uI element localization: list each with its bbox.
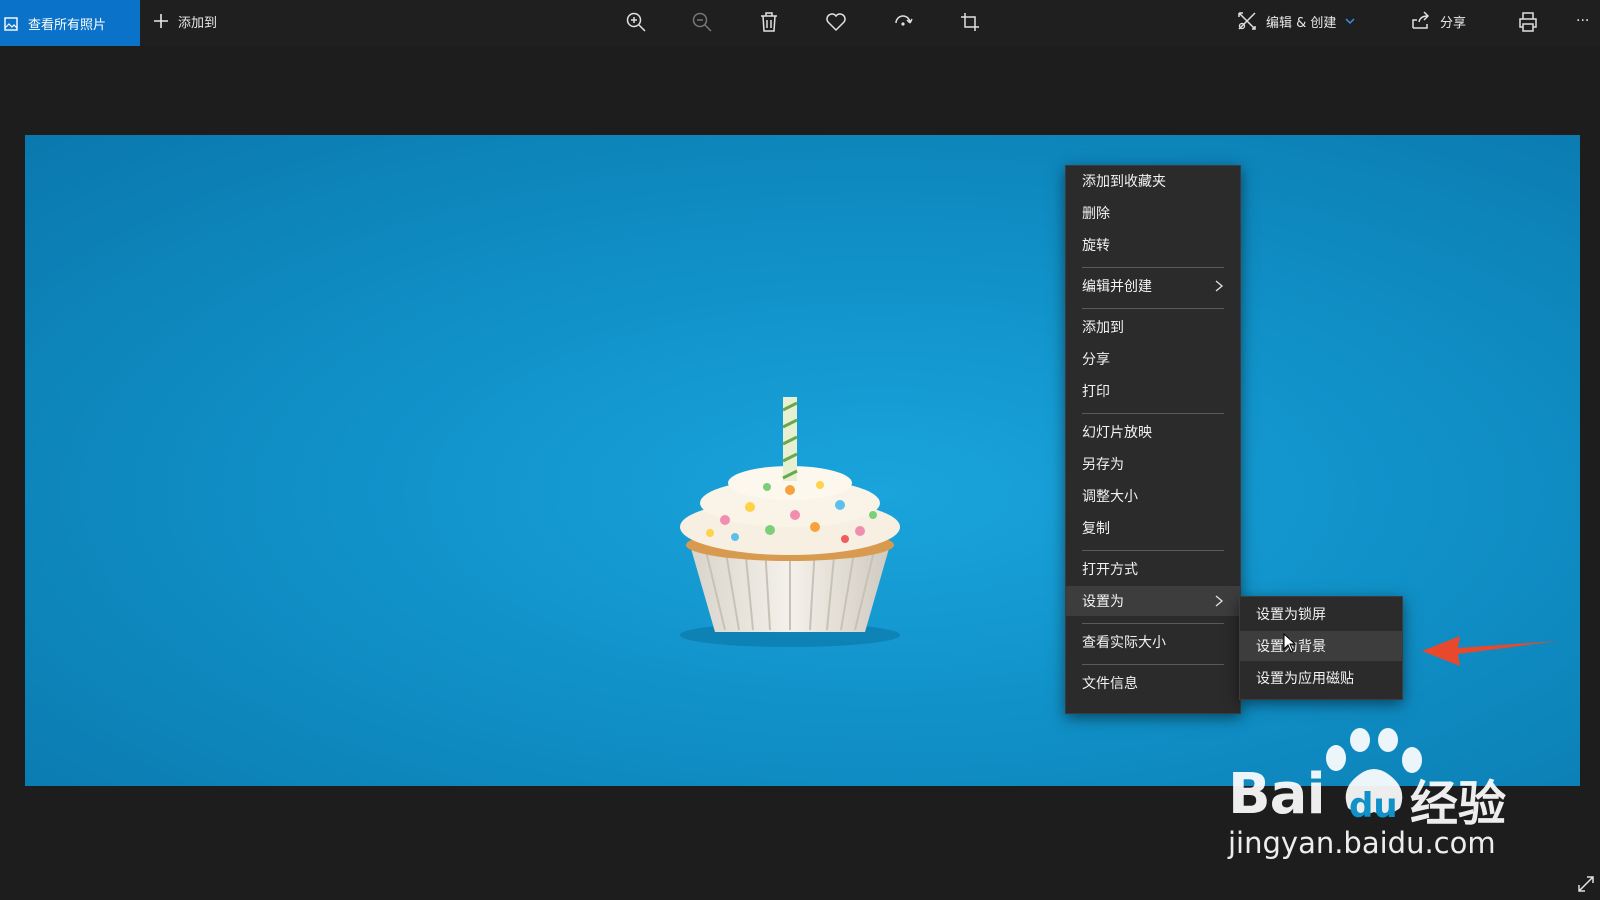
menu-item-add-to-favorites[interactable]: 添加到收藏夹 [1066,166,1240,196]
menu-separator [1082,664,1224,665]
menu-item-rotate[interactable]: 旋转 [1066,230,1240,260]
menu-item-label: 设置为 [1082,594,1124,610]
mouse-cursor-icon [1283,633,1297,653]
menu-item-label: 文件信息 [1082,676,1138,692]
submenu-item-label: 设置为锁屏 [1256,607,1326,623]
menu-item-label: 旋转 [1082,238,1110,254]
menu-item-share[interactable]: 分享 [1066,344,1240,374]
add-to-button[interactable]: 添加到 [152,0,217,42]
share-label: 分享 [1440,15,1467,31]
menu-item-copy[interactable]: 复制 [1066,513,1240,543]
view-all-photos-button[interactable]: 查看所有照片 [0,0,140,46]
fullscreen-icon[interactable] [1576,874,1596,894]
set-as-submenu: 设置为锁屏 设置为背景 设置为应用磁贴 [1239,596,1403,700]
edit-create-button[interactable]: 编辑 & 创建 [1236,0,1356,42]
menu-item-set-as[interactable]: 设置为 [1066,586,1240,616]
menu-item-view-actual-size[interactable]: 查看实际大小 [1066,627,1240,657]
menu-item-label: 打开方式 [1082,562,1138,578]
delete-icon[interactable] [757,10,781,34]
menu-item-label: 复制 [1082,521,1110,537]
view-all-photos-label: 查看所有照片 [28,17,107,33]
menu-item-label: 查看实际大小 [1082,635,1166,651]
share-icon [1410,10,1432,32]
menu-item-file-info[interactable]: 文件信息 [1066,668,1240,698]
menu-item-label: 添加到 [1082,320,1124,336]
annotation-arrow-icon [1422,636,1558,666]
menu-item-label: 调整大小 [1082,489,1138,505]
top-toolbar: 查看所有照片 添加到 编辑 & 创建 分享 ··· [0,0,1600,46]
submenu-item-set-app-tile[interactable]: 设置为应用磁贴 [1240,663,1402,693]
submenu-item-set-background[interactable]: 设置为背景 [1240,631,1402,661]
photos-icon [4,16,18,31]
plus-icon [152,12,170,30]
submenu-item-set-lock-screen[interactable]: 设置为锁屏 [1240,599,1402,629]
context-menu: 添加到收藏夹 删除 旋转 编辑并创建 添加到 分享 打印 幻灯片放映 另存为 调… [1065,165,1241,714]
menu-item-resize[interactable]: 调整大小 [1066,481,1240,511]
menu-separator [1082,267,1224,268]
menu-item-label: 分享 [1082,352,1110,368]
crop-icon[interactable] [958,10,982,34]
menu-separator [1082,550,1224,551]
edit-create-icon [1236,10,1258,32]
submenu-item-label: 设置为应用磁贴 [1256,671,1354,687]
menu-item-delete[interactable]: 删除 [1066,198,1240,228]
menu-item-save-as[interactable]: 另存为 [1066,449,1240,479]
more-options-label: ··· [1576,13,1590,29]
add-to-label: 添加到 [178,15,218,31]
chevron-down-icon [1344,15,1356,27]
zoom-in-icon[interactable] [624,10,648,34]
menu-separator [1082,413,1224,414]
watermark-brand-bai: Bai [1228,762,1326,827]
menu-item-label: 幻灯片放映 [1082,425,1152,441]
menu-item-open-with[interactable]: 打开方式 [1066,554,1240,584]
menu-item-label: 另存为 [1082,457,1124,473]
share-button[interactable]: 分享 [1410,0,1466,42]
menu-item-label: 打印 [1082,384,1110,400]
zoom-out-icon[interactable] [690,10,714,34]
watermark-brand-du: du [1349,786,1398,826]
menu-item-edit-create[interactable]: 编辑并创建 [1066,271,1240,301]
menu-item-label: 删除 [1082,206,1110,222]
menu-separator [1082,308,1224,309]
watermark-brand-cn: 经验 [1410,776,1507,832]
menu-item-add-to[interactable]: 添加到 [1066,312,1240,342]
menu-item-label: 添加到收藏夹 [1082,174,1166,190]
favorite-heart-icon[interactable] [824,10,848,34]
edit-create-label: 编辑 & 创建 [1266,15,1337,31]
more-options-button[interactable]: ··· [1576,0,1589,42]
menu-item-label: 编辑并创建 [1082,279,1152,295]
print-icon[interactable] [1516,10,1540,34]
chevron-right-icon [1212,279,1226,293]
menu-separator [1082,623,1224,624]
menu-item-slideshow[interactable]: 幻灯片放映 [1066,417,1240,447]
menu-item-print[interactable]: 打印 [1066,376,1240,406]
chevron-right-icon [1212,594,1226,608]
rotate-icon[interactable] [891,10,915,34]
watermark-url: jingyan.baidu.com [1228,826,1496,860]
